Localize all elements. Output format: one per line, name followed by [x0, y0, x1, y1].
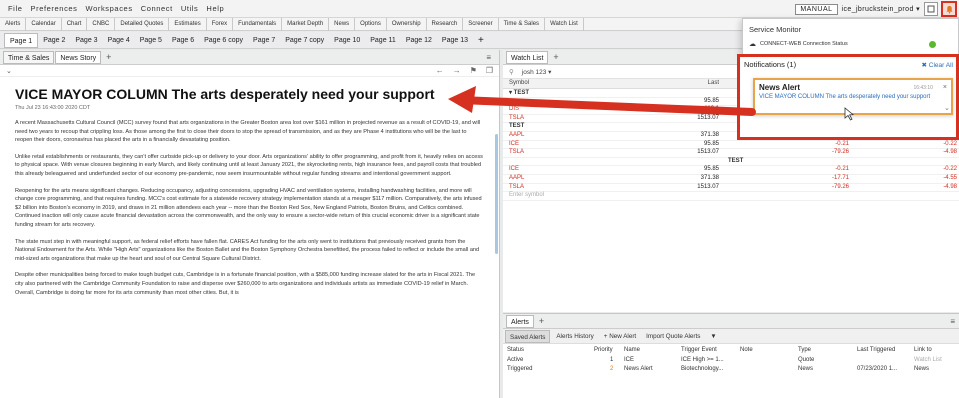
annotation-arrow — [448, 86, 855, 121]
